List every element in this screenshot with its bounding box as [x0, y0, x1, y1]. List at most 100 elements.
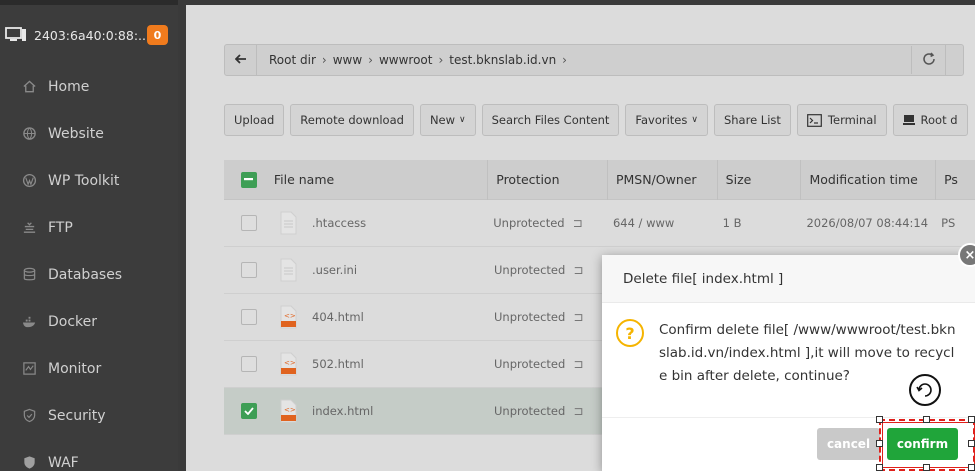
sidebar-item-label: Home	[48, 78, 90, 95]
terminal-icon	[807, 113, 822, 127]
terminal-label: Terminal	[827, 113, 877, 127]
notification-badge[interactable]: 0	[147, 25, 168, 45]
file-name[interactable]: index.html	[312, 404, 373, 418]
row-checkbox[interactable]	[241, 262, 257, 278]
close-icon[interactable]: ×	[958, 243, 975, 267]
unlock-icon[interactable]: ⊐	[573, 216, 583, 230]
refresh-button[interactable]	[911, 46, 945, 74]
file-size: 1 B	[722, 216, 742, 230]
sidebar-item-security[interactable]: Security	[0, 392, 178, 439]
chevron-right-icon: ›	[562, 53, 567, 67]
sidebar-item-website[interactable]: Website	[0, 110, 178, 157]
dialog-title: Delete file[ index.html ]	[602, 255, 975, 303]
header-protection: Protection	[487, 159, 607, 200]
sidebar-item-docker[interactable]: Docker	[0, 298, 178, 345]
favorites-button[interactable]: Favorites ∨	[625, 104, 708, 136]
chevron-right-icon: ›	[438, 53, 444, 67]
html-file-icon: <>	[278, 305, 298, 329]
row-checkbox[interactable]	[241, 356, 257, 372]
ftp-icon	[20, 219, 38, 237]
sidebar-item-waf[interactable]: WAF	[0, 439, 178, 471]
sidebar-item-label: Docker	[48, 313, 98, 330]
protection-status: Unprotected	[493, 216, 565, 230]
resize-handle	[876, 416, 883, 423]
protection-status: Unprotected	[494, 357, 566, 371]
unlock-icon[interactable]: ⊐	[573, 263, 583, 277]
upload-button[interactable]: Upload	[224, 104, 285, 136]
resize-handle	[968, 440, 975, 447]
svg-text:<>: <>	[284, 312, 296, 320]
search-content-button[interactable]: Search Files Content	[481, 104, 620, 136]
favorites-label: Favorites	[635, 113, 688, 127]
sidebar-item-label: WAF	[48, 454, 79, 471]
header-owner: PMSN/Owner	[606, 159, 717, 200]
back-button[interactable]	[225, 45, 257, 75]
unlock-icon[interactable]: ⊐	[573, 404, 583, 418]
terminal-button[interactable]: Terminal	[796, 104, 887, 136]
unlock-icon[interactable]: ⊐	[573, 310, 583, 324]
breadcrumb-item[interactable]: wwwroot	[379, 53, 433, 67]
resize-handle	[968, 416, 975, 423]
sidebar-item-home[interactable]: Home	[0, 63, 178, 110]
remote-download-button[interactable]: Remote download	[290, 104, 414, 136]
sidebar-item-ftp[interactable]: FTP	[0, 204, 178, 251]
header-size[interactable]: Size	[716, 159, 801, 200]
resize-handle	[923, 464, 930, 471]
row-checkbox[interactable]	[241, 403, 257, 419]
file-name[interactable]: 502.html	[312, 357, 364, 371]
sidebar: 2403:6a40:0:88:... 0 Home Website WP Too…	[0, 0, 178, 471]
toolbar: Upload Remote download New ∨ Search Files…	[224, 104, 968, 136]
svg-text:<>: <>	[284, 406, 296, 414]
sidebar-item-databases[interactable]: Databases	[0, 251, 178, 298]
wordpress-icon	[20, 172, 38, 190]
resize-handle	[923, 416, 930, 423]
resize-handle	[968, 464, 975, 471]
file-name[interactable]: .htaccess	[312, 216, 366, 230]
sidebar-item-label: Website	[48, 125, 104, 142]
text-file-icon	[278, 211, 298, 235]
file-ps: PS	[941, 216, 956, 230]
database-icon	[20, 266, 38, 284]
cancel-button[interactable]: cancel	[817, 428, 880, 460]
breadcrumb-item[interactable]: Root dir	[269, 53, 316, 67]
breadcrumb-item[interactable]: test.bknslab.id.vn	[449, 53, 556, 67]
select-all-checkbox[interactable]	[240, 171, 257, 188]
table-header: File name Protection PMSN/Owner Size Mod…	[224, 159, 975, 200]
root-label: Root d	[920, 113, 958, 127]
header-modified[interactable]: Modification time	[800, 159, 935, 200]
root-icon	[902, 114, 915, 126]
arrow-left-icon	[234, 52, 247, 68]
unlock-icon[interactable]: ⊐	[573, 357, 583, 371]
row-checkbox[interactable]	[240, 215, 257, 231]
sidebar-nav: Home Website WP Toolkit FTP Databases Do…	[0, 63, 178, 471]
file-modified: 2026/08/07 08:44:14	[806, 216, 929, 230]
server-selector[interactable]: 2403:6a40:0:88:... 0	[0, 20, 178, 50]
svg-text:<>: <>	[284, 359, 296, 367]
new-button[interactable]: New ∨	[419, 104, 476, 136]
file-name[interactable]: .user.ini	[312, 263, 357, 277]
home-icon	[20, 78, 38, 96]
header-file-name[interactable]: File name	[274, 172, 487, 187]
sidebar-top-bar	[0, 0, 178, 5]
monitor-icon	[4, 25, 28, 45]
breadcrumb-item[interactable]: www	[333, 53, 362, 67]
shield-icon	[20, 407, 38, 425]
file-name[interactable]: 404.html	[312, 310, 364, 324]
root-button[interactable]: Root d	[892, 104, 968, 136]
resize-handle	[876, 464, 883, 471]
protection-status: Unprotected	[494, 404, 566, 418]
sidebar-item-monitor[interactable]: Monitor	[0, 345, 178, 392]
sidebar-item-label: FTP	[48, 219, 73, 236]
protection-status: Unprotected	[494, 310, 566, 324]
server-ip: 2403:6a40:0:88:...	[34, 27, 150, 43]
globe-icon	[20, 125, 38, 143]
row-checkbox[interactable]	[241, 309, 257, 325]
target-highlight-inner	[882, 422, 975, 468]
table-row[interactable]: .htaccess Unprotected ⊐ 644 / www 1 B 202…	[224, 200, 975, 247]
share-list-button[interactable]: Share List	[713, 104, 791, 136]
file-owner[interactable]: 644 / www	[607, 216, 717, 230]
sidebar-item-wp-toolkit[interactable]: WP Toolkit	[0, 157, 178, 204]
path-bar-extra	[945, 45, 963, 75]
html-file-icon: <>	[278, 399, 298, 423]
sidebar-item-label: Databases	[48, 266, 123, 283]
